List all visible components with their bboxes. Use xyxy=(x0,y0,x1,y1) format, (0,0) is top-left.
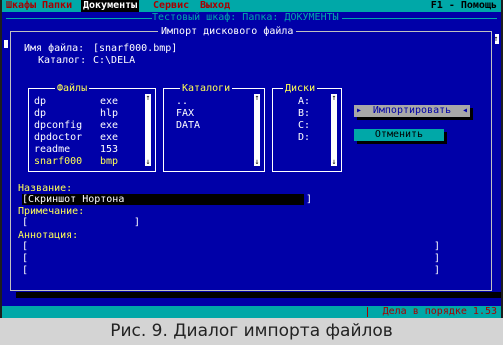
status-bar: Дела в порядке 1.53 xyxy=(2,306,501,318)
dialog-shadow xyxy=(16,292,501,298)
title-rule-right xyxy=(342,18,497,19)
annotation-open: [ xyxy=(22,265,29,276)
focus-indicator-icon: ▸ xyxy=(356,105,363,116)
file-name: readme xyxy=(34,144,71,155)
list-item[interactable]: dpdoctor xyxy=(34,132,82,143)
annotation-label: Аннотация: xyxy=(18,230,79,241)
menu-label: Сервис xyxy=(153,0,190,11)
note-input-close: ] xyxy=(134,217,141,228)
note-input[interactable]: [ ] xyxy=(22,217,142,228)
menu-label: Папки xyxy=(42,0,73,11)
dialog-title: Импорт дискового файла xyxy=(158,26,297,37)
list-item[interactable]: .. xyxy=(176,96,188,107)
drives-panel-title: Диски xyxy=(283,83,318,94)
scroll-up-icon[interactable]: ↑ xyxy=(145,94,151,102)
title-rule-left xyxy=(6,18,152,19)
annotation-line-3[interactable]: [ ] xyxy=(22,265,442,276)
file-name: dp xyxy=(34,108,47,119)
file-name-label: Имя файла: xyxy=(24,43,85,54)
window-title: Тестовый шкаф: Папка: ДОКУМЕНТЫ xyxy=(152,12,339,23)
name-input[interactable]: [Скриншот Нортона xyxy=(22,194,304,205)
scroll-down-icon[interactable]: ↓ xyxy=(145,158,151,166)
scroll-down-icon[interactable]: ↓ xyxy=(254,158,260,166)
file-ext: bmp xyxy=(100,156,119,167)
annotation-open: [ xyxy=(22,241,29,252)
file-ext: exe xyxy=(100,96,119,107)
menu-item-folders[interactable]: Папки xyxy=(40,0,74,12)
menu-label: Выход xyxy=(200,0,231,11)
file-name: dpconfig xyxy=(34,120,83,131)
directory-value: C:\DELA xyxy=(93,55,136,66)
files-scrollbar[interactable]: ↑ ↓ xyxy=(145,94,151,166)
directories-panel-title: Каталоги xyxy=(180,83,233,94)
name-label: Название: xyxy=(18,183,73,194)
annotation-line-2[interactable]: [ ] xyxy=(22,253,442,264)
import-button[interactable]: ▸ Импортировать ◂ xyxy=(354,105,470,117)
file-ext: exe xyxy=(100,132,119,143)
drives-scrollbar[interactable]: ↑ ↓ xyxy=(331,94,337,166)
annotation-close: ] xyxy=(434,253,441,264)
annotation-open: [ xyxy=(22,253,29,264)
import-button-label: Импортировать xyxy=(372,105,452,116)
list-item[interactable]: DATA xyxy=(176,120,200,131)
menu-item-service[interactable]: Сервис xyxy=(151,0,191,12)
file-ext: exe xyxy=(100,120,119,131)
file-name: dpdoctor xyxy=(34,132,83,143)
file-name-input[interactable]: [snarf000.bmp] xyxy=(93,43,177,54)
list-item-selected[interactable]: snarf000 xyxy=(34,156,82,167)
cancel-button-label: Отменить xyxy=(374,129,424,140)
file-name: snarf000 xyxy=(34,156,83,167)
focus-indicator-icon: ◂ xyxy=(461,105,468,116)
cancel-button[interactable]: Отменить xyxy=(354,129,444,141)
list-item[interactable]: FAX xyxy=(176,108,194,119)
directories-scrollbar[interactable]: ↑ ↓ xyxy=(254,94,260,166)
directory-label: Каталог: xyxy=(38,55,87,66)
list-item[interactable]: dp xyxy=(34,108,46,119)
annotation-close: ] xyxy=(434,265,441,276)
scroll-up-icon[interactable]: ↑ xyxy=(254,94,260,102)
menu-label: Шкафы xyxy=(6,0,37,11)
files-panel-title: Файлы xyxy=(55,83,90,94)
list-item[interactable]: C: xyxy=(298,120,310,131)
file-ext: hlp xyxy=(100,108,119,119)
list-item[interactable]: readme xyxy=(34,144,70,155)
name-input-close: ] xyxy=(306,194,313,205)
list-item[interactable]: B: xyxy=(298,108,310,119)
status-text: Дела в порядке 1.53 xyxy=(382,306,497,317)
scroll-up-icon[interactable]: ↑ xyxy=(331,94,337,102)
help-hint[interactable]: F1 - Помощь xyxy=(429,0,499,12)
list-item[interactable]: dp xyxy=(34,96,46,107)
menu-item-cabinets[interactable]: Шкафы xyxy=(4,0,38,12)
list-item[interactable]: A: xyxy=(298,96,310,107)
scroll-down-icon[interactable]: ↓ xyxy=(331,158,337,166)
status-divider xyxy=(367,307,368,317)
file-ext: 153 xyxy=(100,144,119,155)
figure-caption: Рис. 9. Диалог импорта файлов xyxy=(0,318,503,345)
file-name: dp xyxy=(34,96,47,107)
menu-bar: Шкафы Папки Документы Сервис Выход F1 - … xyxy=(2,0,501,12)
menu-item-exit[interactable]: Выход xyxy=(198,0,232,12)
list-item[interactable]: D: xyxy=(298,132,310,143)
menu-label: Документы xyxy=(83,0,138,11)
name-input-value: [Скриншот Нортона xyxy=(22,194,125,205)
app-window: Шкафы Папки Документы Сервис Выход F1 - … xyxy=(2,0,501,318)
annotation-line-1[interactable]: [ ] xyxy=(22,241,442,252)
note-input-open: [ xyxy=(22,217,29,228)
note-label: Примечание: xyxy=(18,206,85,217)
import-dialog: Импорт дискового файла Имя файла: [snarf… xyxy=(8,25,495,292)
window-title-bar: Тестовый шкаф: Папка: ДОКУМЕНТЫ xyxy=(2,12,501,24)
annotation-close: ] xyxy=(434,241,441,252)
menu-item-documents[interactable]: Документы xyxy=(81,0,140,12)
list-item[interactable]: dpconfig xyxy=(34,120,82,131)
